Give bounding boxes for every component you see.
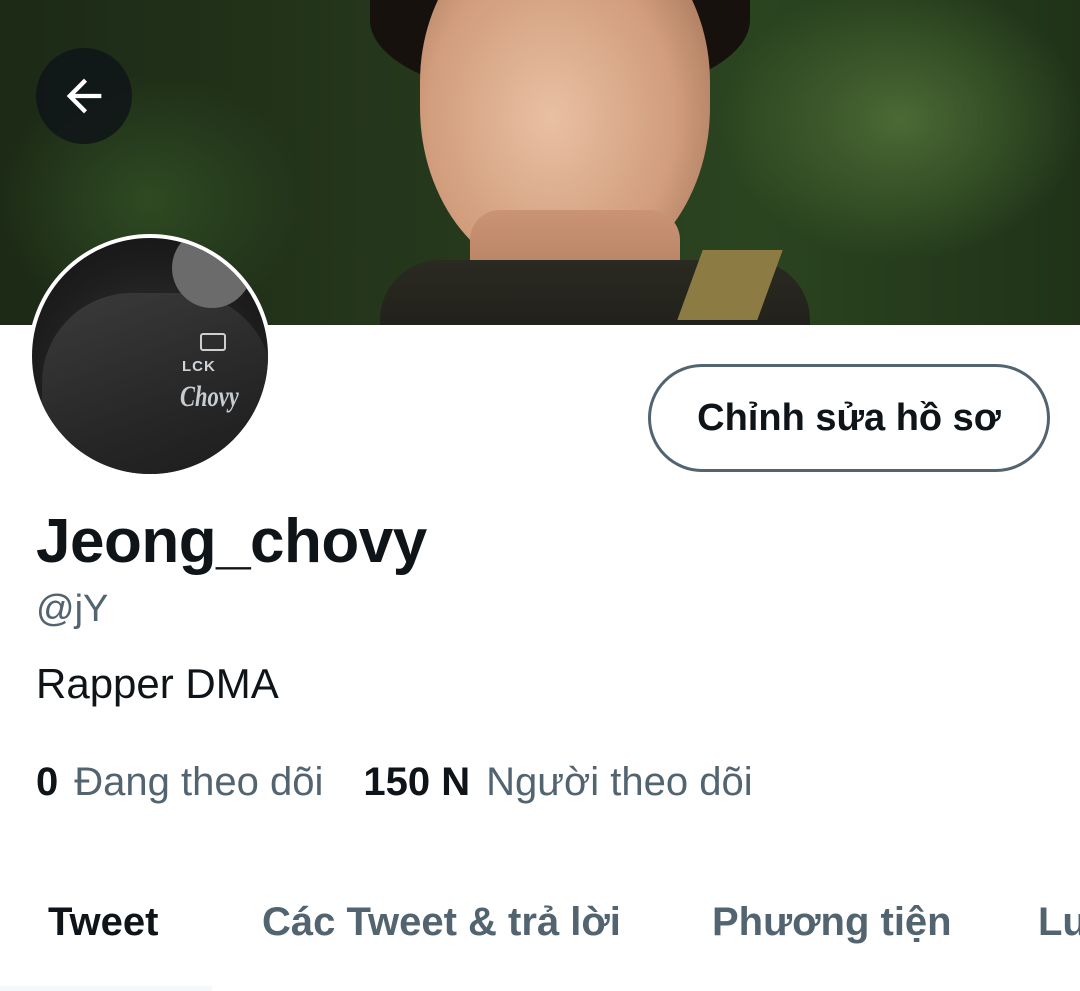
- tab-tweets-and-replies[interactable]: Các Tweet & trả lời: [262, 900, 621, 945]
- followers-label: Người theo dõi: [486, 760, 753, 804]
- tab-tweets[interactable]: Tweet: [48, 900, 158, 945]
- follow-stats: 0 Đang theo dõi 150 N Người theo dõi: [36, 760, 753, 805]
- jersey-logo-icon: [200, 333, 226, 351]
- edit-profile-button[interactable]: Chỉnh sửa hồ sơ: [648, 364, 1050, 472]
- avatar-head: [172, 238, 252, 308]
- arrow-left-icon: [66, 78, 102, 114]
- profile-page: LCK Chovy Chỉnh sửa hồ sơ Jeong_chovy @j…: [0, 0, 1080, 991]
- jersey-name-text: Chovy: [180, 380, 239, 413]
- followers-link[interactable]: 150 N Người theo dõi: [363, 760, 752, 805]
- profile-tabs: Tweet Các Tweet & trả lời Phương tiện Lu: [0, 880, 1080, 991]
- avatar[interactable]: LCK Chovy: [28, 234, 272, 478]
- tab-media[interactable]: Phương tiện: [712, 900, 952, 945]
- followers-count: 150 N: [363, 760, 471, 804]
- back-button[interactable]: [36, 48, 132, 144]
- active-tab-indicator: [0, 986, 212, 991]
- display-name: Jeong_chovy: [36, 507, 427, 576]
- following-label: Đang theo dõi: [74, 760, 324, 804]
- jersey-brand-text: LCK: [182, 358, 216, 375]
- tab-likes[interactable]: Lu: [1038, 900, 1080, 945]
- user-handle: @jY: [36, 588, 109, 630]
- following-count: 0: [36, 760, 59, 804]
- following-link[interactable]: 0 Đang theo dõi: [36, 760, 323, 805]
- profile-bio: Rapper DMA: [36, 660, 279, 707]
